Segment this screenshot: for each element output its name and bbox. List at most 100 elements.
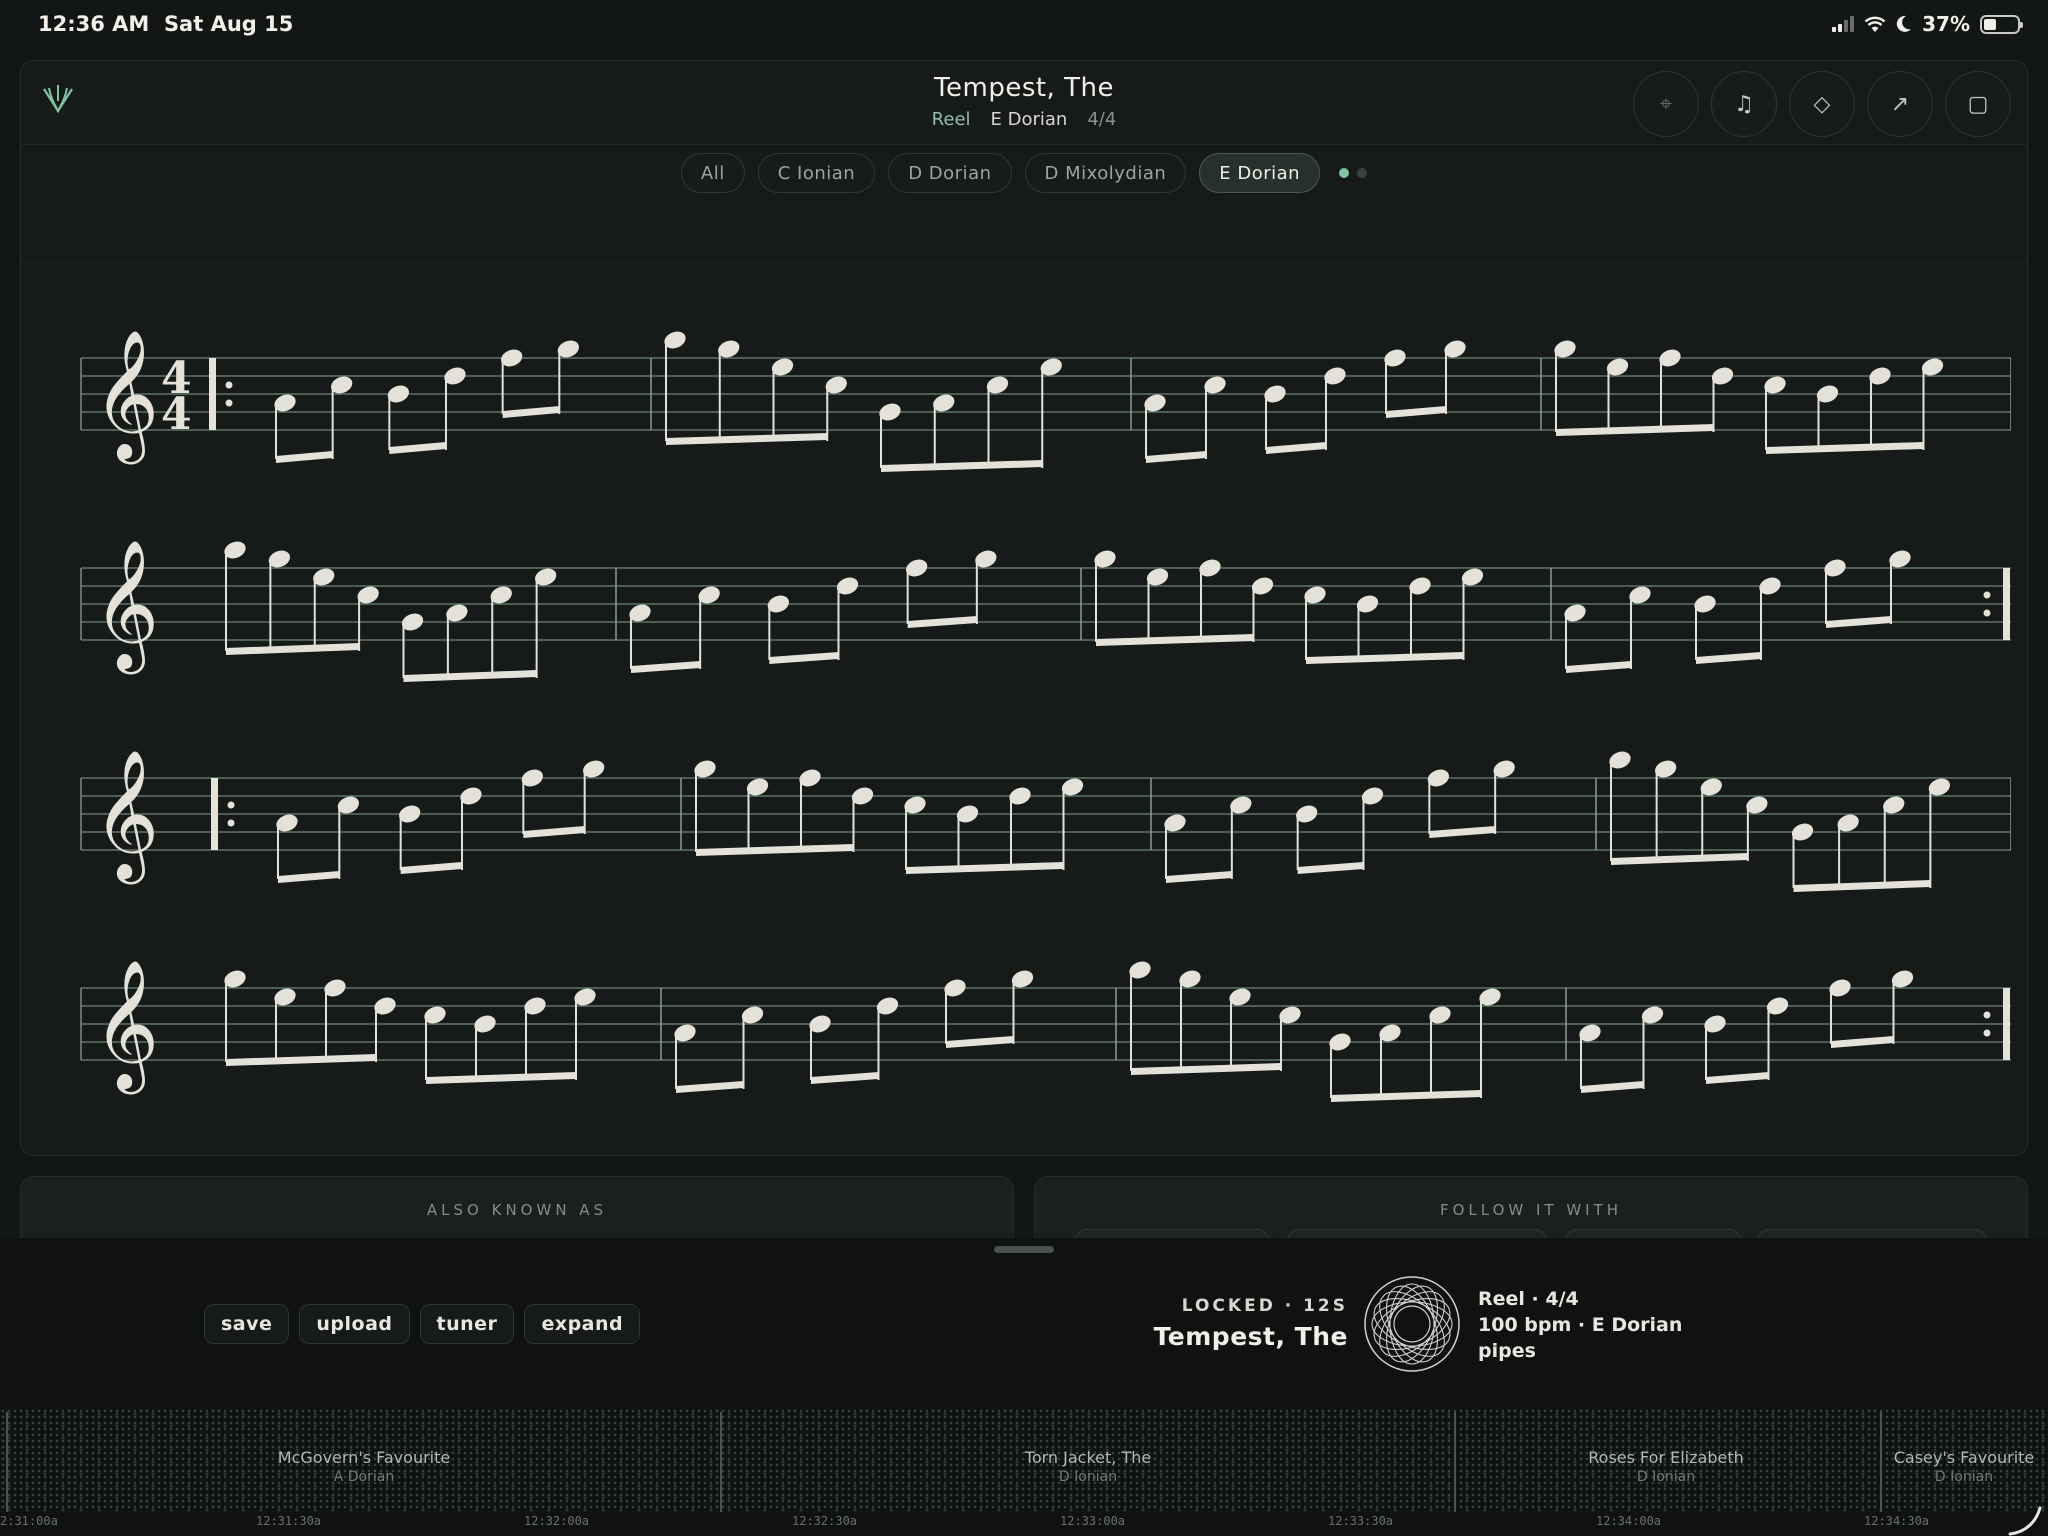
repeat-dot (227, 801, 235, 809)
page-dot (1339, 168, 1350, 178)
mode-filters: All C Ionian D Dorian D Mixolydian E Dor… (21, 153, 2027, 193)
repeat-dot (1983, 609, 1991, 617)
music-note-button[interactable]: ♫ (1711, 71, 1777, 137)
info-line-type: Reel · 4/4 (1478, 1288, 1579, 1310)
segment-key: D Ionian (1058, 1469, 1118, 1485)
page-indicator (1339, 168, 1368, 178)
bottom-drawer: save upload tuner expand LOCKED · 12S Te… (0, 1238, 2048, 1536)
repeat-end-bar (2003, 988, 2010, 1060)
page-dot (1357, 168, 1368, 178)
rosette-icon[interactable] (1362, 1274, 1462, 1374)
note-beam (676, 1081, 744, 1093)
timeline-tick: 12:34:00a (1596, 1514, 1662, 1528)
repeat-end-bar (2003, 568, 2010, 640)
note-beam (666, 433, 828, 445)
note-beam (278, 871, 340, 883)
note-beam (1386, 406, 1446, 418)
chip-d-dorian[interactable]: D Dorian (888, 153, 1012, 193)
note-beam (1831, 1036, 1894, 1048)
note-beam (1331, 1090, 1481, 1102)
session-timeline[interactable]: McGovern's Favourite A Dorian Torn Jacke… (0, 1408, 2048, 1536)
upload-button[interactable]: upload (299, 1304, 410, 1344)
diamond-icon: ◇ (1813, 91, 1831, 117)
timeline-segment[interactable]: McGovern's Favourite A Dorian (214, 1448, 514, 1485)
also-known-as-panel[interactable]: ALSO KNOWN AS (20, 1176, 1014, 1238)
timeline-ticks: 2:31:00a 12:31:30a 12:32:00a 12:32:30a 1… (0, 1514, 2048, 1534)
battery-icon (1980, 14, 2023, 34)
segment-key: D Ionian (1934, 1469, 1994, 1485)
tune-type: Reel (931, 109, 971, 130)
segment-title: Torn Jacket, The (1024, 1448, 1152, 1467)
timeline-segment[interactable]: Roses For Elizabeth D Ionian (1516, 1448, 1816, 1485)
crosshair-button[interactable]: ⌖ (1633, 71, 1699, 137)
follow-chip[interactable] (1287, 1229, 1547, 1238)
tune-time-signature: 4/4 (1087, 109, 1117, 130)
also-known-as-label: ALSO KNOWN AS (426, 1201, 608, 1219)
tuner-button[interactable]: tuner (419, 1304, 515, 1344)
share-button[interactable]: ↗ (1867, 71, 1933, 137)
note-beam (769, 652, 839, 664)
time-signature-bottom: 4 (161, 389, 192, 440)
cellular-signal-icon (1832, 16, 1855, 32)
note-beam (1566, 661, 1631, 673)
segment-title: Casey's Favourite (1893, 1448, 2035, 1467)
note-beam (1131, 1063, 1281, 1075)
treble-clef-icon: 𝄞 (93, 329, 159, 465)
segment-title: McGovern's Favourite (277, 1448, 451, 1467)
save-button[interactable]: save (204, 1304, 290, 1344)
wifi-icon (1864, 16, 1886, 32)
tune-info: Reel · 4/4 100 bpm · E Dorian pipes (1478, 1286, 1682, 1364)
timeline-tick: 12:32:00a (524, 1514, 590, 1528)
note-beam (1793, 880, 1931, 892)
timeline-tick: 2:31:00a (0, 1514, 58, 1528)
note-beam (1429, 826, 1496, 838)
note-beam (226, 643, 360, 655)
treble-clef-icon: 𝄞 (93, 749, 159, 885)
note-beam (1096, 634, 1254, 646)
expand-button[interactable]: expand (524, 1304, 641, 1344)
follow-it-with-panel[interactable]: FOLLOW IT WITH (1034, 1176, 2028, 1238)
segment-divider (720, 1412, 722, 1512)
chip-c-ionian[interactable]: C Ionian (757, 153, 876, 193)
lock-title: Tempest, The (1153, 1322, 1348, 1351)
timeline-tick: 12:34:30a (1864, 1514, 1930, 1528)
diamond-button[interactable]: ◇ (1789, 71, 1855, 137)
note-beam (1696, 652, 1761, 664)
timeline-segment[interactable]: Casey's Favourite D Ionian (1880, 1448, 2048, 1485)
repeat-dot (225, 381, 233, 389)
sheet-music: 𝄞 44𝄞𝄞𝄞 (80, 329, 2011, 1102)
tune-key: E Dorian (990, 109, 1068, 130)
note-beam (1297, 862, 1364, 874)
repeat-start-bar (209, 358, 216, 430)
chip-d-mixolydian[interactable]: D Mixolydian (1024, 153, 1187, 193)
square-button[interactable]: ▢ (1945, 71, 2011, 137)
treble-clef-icon: 𝄞 (93, 539, 159, 675)
timeline-segment[interactable]: Torn Jacket, The D Ionian (938, 1448, 1238, 1485)
follow-chip[interactable] (1565, 1229, 1741, 1238)
square-icon: ▢ (1967, 91, 1989, 117)
note-beam (276, 451, 333, 463)
note-beam (631, 661, 701, 673)
note-beam (226, 1054, 376, 1066)
info-line-tempo: 100 bpm · E Dorian (1478, 1314, 1683, 1336)
note-beam (1556, 424, 1714, 436)
chip-all[interactable]: All (680, 153, 745, 193)
note-beam (946, 1036, 1014, 1048)
note-beam (811, 1072, 879, 1084)
note-beam (403, 670, 537, 682)
repeat-dot (1983, 1011, 1991, 1019)
follow-chip[interactable] (1075, 1229, 1269, 1238)
follow-chip[interactable] (1757, 1229, 1987, 1238)
action-buttons: save upload tuner expand (204, 1304, 641, 1344)
status-time: 12:36 AM Sat Aug 15 (38, 12, 294, 36)
note-beam (1826, 616, 1891, 628)
resize-handle-icon[interactable] (2004, 1504, 2044, 1536)
drawer-handle[interactable] (994, 1246, 1054, 1253)
note-beam (1146, 451, 1206, 463)
lock-state: LOCKED · 12S (1181, 1296, 1348, 1316)
timeline-tick: 12:31:30a (256, 1514, 322, 1528)
note-beam (1306, 652, 1464, 664)
note-beam (1166, 871, 1232, 883)
crosshair-icon: ⌖ (1659, 91, 1673, 117)
chip-e-dorian[interactable]: E Dorian (1199, 153, 1321, 193)
